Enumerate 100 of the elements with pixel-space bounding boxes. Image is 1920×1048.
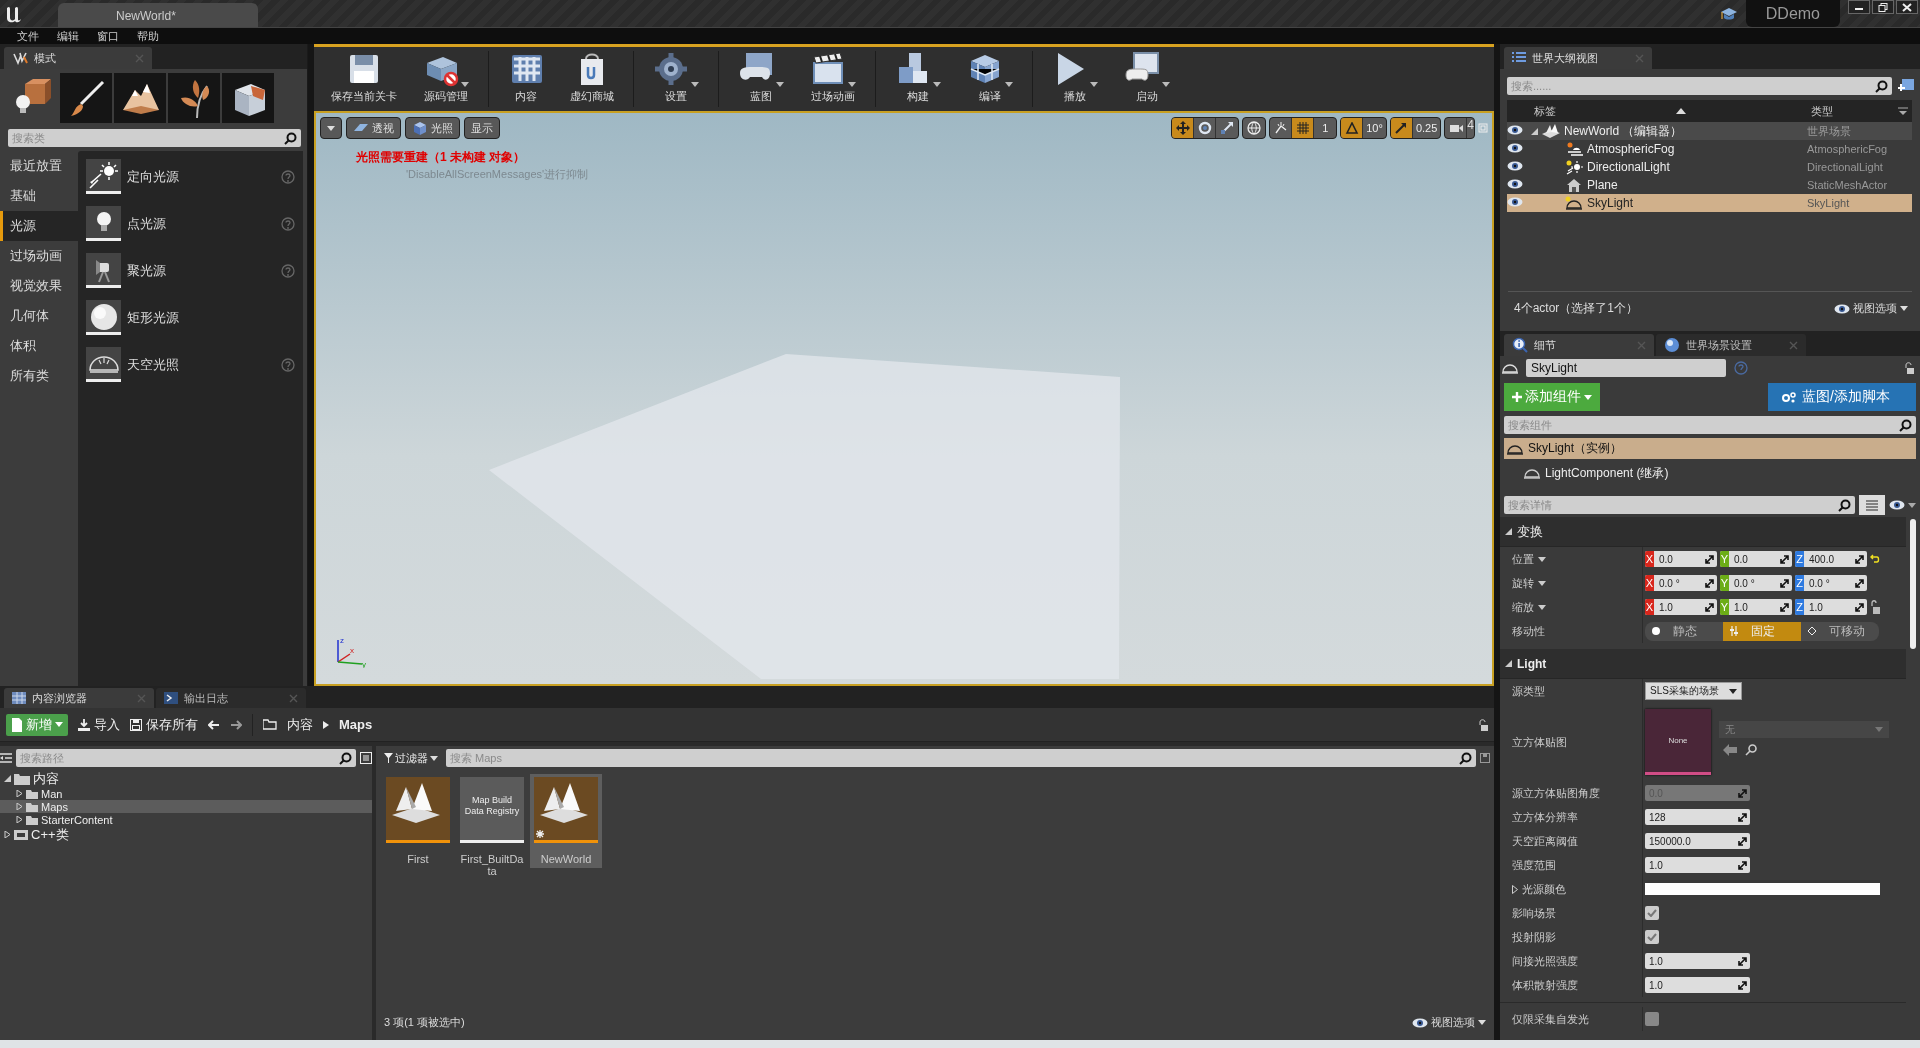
- checkbox[interactable]: [1645, 930, 1659, 944]
- search-field[interactable]: 搜索类: [8, 129, 301, 147]
- folder-tree-item[interactable]: 内容: [0, 770, 372, 787]
- toolbar-button[interactable]: 播放: [1039, 49, 1111, 104]
- panel-tab[interactable]: 细节: [1504, 334, 1654, 356]
- scale-snap-button[interactable]: [1390, 118, 1413, 138]
- outliner-row[interactable]: Plane StaticMeshActor: [1507, 176, 1912, 194]
- view-options-button[interactable]: [1889, 500, 1916, 510]
- name-field[interactable]: SkyLight: [1526, 359, 1726, 377]
- component-item[interactable]: SkyLight（实例）: [1504, 438, 1916, 459]
- mobility-option[interactable]: 可移动: [1801, 621, 1879, 641]
- outliner-row[interactable]: SkyLight SkyLight: [1507, 194, 1912, 212]
- panel-tab[interactable]: 模式: [4, 47, 152, 69]
- transform-tool-button[interactable]: [1172, 118, 1195, 138]
- outliner-row[interactable]: DirectionalLight DirectionalLight: [1507, 158, 1912, 176]
- menu-item[interactable]: 窗口: [88, 28, 128, 44]
- section-header[interactable]: 变换: [1500, 517, 1906, 547]
- number-field[interactable]: 150000.0: [1645, 833, 1750, 849]
- grid-snap-value[interactable]: 1: [1314, 118, 1337, 138]
- viewport-options-button[interactable]: [320, 117, 342, 139]
- toolbar-button[interactable]: 内容: [495, 49, 557, 104]
- checkbox[interactable]: [1645, 1012, 1659, 1026]
- panel-tab[interactable]: 输出日志: [156, 688, 306, 708]
- number-field[interactable]: X 0.0: [1645, 551, 1717, 567]
- document-tab[interactable]: NewWorld*: [58, 3, 258, 27]
- number-field[interactable]: Z 1.0: [1795, 599, 1867, 615]
- search-field[interactable]: 搜索组件: [1504, 416, 1916, 434]
- category-item[interactable]: 最近放置: [0, 151, 78, 181]
- viewport-mode-button[interactable]: 显示: [464, 117, 500, 139]
- outliner-row[interactable]: NewWorld （编辑器） 世界场景: [1507, 122, 1912, 140]
- mode-button[interactable]: [168, 73, 220, 123]
- close-button[interactable]: [1896, 0, 1918, 14]
- menu-item[interactable]: 编辑: [48, 28, 88, 44]
- panel-tab[interactable]: 世界场景设置: [1656, 334, 1806, 356]
- category-item[interactable]: 几何体: [0, 301, 78, 331]
- restore-button[interactable]: [1872, 0, 1894, 14]
- panel-tab[interactable]: 内容浏览器: [4, 688, 154, 708]
- panel-tab[interactable]: 世界大纲视图: [1504, 47, 1652, 69]
- toolbar-button[interactable]: 构建: [882, 49, 954, 104]
- category-item[interactable]: 视觉效果: [0, 271, 78, 301]
- rotation-snap-button[interactable]: [1341, 118, 1364, 138]
- toolbar-button[interactable]: 设置: [640, 49, 712, 104]
- toolbar-button[interactable]: 编译: [954, 49, 1026, 104]
- category-item[interactable]: 过场动画: [0, 241, 78, 271]
- light-thumbnail[interactable]: [86, 253, 121, 288]
- grid-snap-button[interactable]: [1292, 118, 1315, 138]
- component-item[interactable]: LightComponent (继承): [1504, 461, 1916, 485]
- number-field[interactable]: Z 400.0: [1795, 551, 1867, 567]
- filter-button[interactable]: 过滤器: [380, 750, 442, 766]
- menu-item[interactable]: 帮助: [128, 28, 168, 44]
- view-options-button[interactable]: 视图选项: [1834, 301, 1908, 316]
- number-field[interactable]: 128: [1645, 809, 1750, 825]
- number-field[interactable]: X 1.0: [1645, 599, 1717, 615]
- minimize-button[interactable]: [1848, 0, 1870, 14]
- number-field[interactable]: Y 1.0: [1720, 599, 1792, 615]
- viewport-mode-button[interactable]: 光照: [405, 117, 460, 139]
- texture-thumbnail[interactable]: None: [1645, 709, 1711, 775]
- light-thumbnail[interactable]: [86, 206, 121, 241]
- checkbox[interactable]: [1645, 906, 1659, 920]
- category-item[interactable]: 基础: [0, 181, 78, 211]
- light-thumbnail[interactable]: [86, 347, 121, 382]
- blueprint-button[interactable]: 蓝图/添加脚本: [1768, 383, 1916, 411]
- mode-button[interactable]: [222, 73, 274, 123]
- section-header[interactable]: Light: [1500, 649, 1906, 679]
- folder-tree-item[interactable]: Maps: [0, 800, 372, 813]
- breadcrumb-link[interactable]: 内容: [287, 715, 313, 734]
- category-item[interactable]: 光源: [0, 211, 78, 241]
- toolbar-button[interactable]: 保存当前关卡: [318, 49, 410, 104]
- import-button[interactable]: 导入: [78, 715, 120, 734]
- toolbar-button[interactable]: 启动: [1111, 49, 1183, 104]
- mode-button[interactable]: [114, 73, 166, 123]
- color-swatch[interactable]: [1645, 883, 1880, 895]
- number-field[interactable]: 1.0: [1645, 953, 1750, 969]
- forward-button[interactable]: [230, 719, 242, 730]
- breadcrumb-link[interactable]: Maps: [339, 717, 373, 732]
- search-field[interactable]: 搜索路径: [16, 749, 356, 767]
- number-field[interactable]: 1.0: [1645, 977, 1750, 993]
- menu-item[interactable]: 文件: [8, 28, 48, 44]
- category-item[interactable]: 体积: [0, 331, 78, 361]
- light-thumbnail[interactable]: [86, 159, 121, 194]
- toolbar-button[interactable]: 蓝图: [725, 49, 797, 104]
- number-field[interactable]: Y 0.0 °: [1720, 575, 1792, 591]
- dropdown[interactable]: SLS采集的场景: [1645, 682, 1742, 700]
- rotation-snap-value[interactable]: 10°: [1363, 118, 1386, 138]
- save-all-button[interactable]: 保存所有: [130, 715, 198, 734]
- asset-tile[interactable]: NewWorld: [530, 774, 602, 868]
- mobility-option[interactable]: 静态: [1645, 621, 1723, 641]
- search-field[interactable]: 搜索 Maps: [446, 749, 1476, 767]
- toolbar-button[interactable]: 源码管理: [410, 49, 482, 104]
- number-field[interactable]: Y 0.0: [1720, 551, 1792, 567]
- number-field[interactable]: 1.0: [1645, 857, 1750, 873]
- scrollbar[interactable]: [1910, 519, 1916, 649]
- number-field[interactable]: X 0.0 °: [1645, 575, 1717, 591]
- number-field[interactable]: Z 0.0 °: [1795, 575, 1867, 591]
- search-field[interactable]: 搜索......: [1507, 77, 1892, 95]
- toolbar-button[interactable]: 虚幻商城: [557, 49, 627, 104]
- folder-tree-item[interactable]: StarterContent: [0, 813, 372, 826]
- toolbar-button[interactable]: 过场动画: [797, 49, 869, 104]
- folder-tree-item[interactable]: C++类: [0, 826, 372, 843]
- category-item[interactable]: 所有类: [0, 361, 78, 391]
